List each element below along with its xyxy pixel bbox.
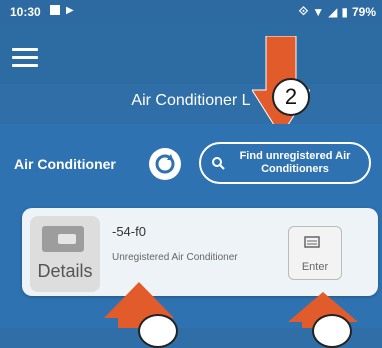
- step-badge: [312, 314, 352, 348]
- status-time: 10:30: [10, 5, 41, 19]
- device-status: Unregistered Air Conditioner: [112, 252, 238, 263]
- search-icon: [212, 157, 225, 170]
- find-button-label: Find unregistered Air Conditioners: [239, 150, 351, 175]
- battery-percent: 79%: [351, 4, 376, 19]
- app-bar: [0, 24, 382, 84]
- air-conditioner-icon: [42, 226, 84, 252]
- battery-icon: ▮: [341, 4, 348, 19]
- signal-icon: ◢: [328, 4, 338, 19]
- vibrate-icon: ⟐: [298, 4, 309, 18]
- step-badge: 2: [272, 78, 310, 116]
- details-button[interactable]: Details: [30, 216, 100, 292]
- menu-icon[interactable]: [12, 48, 38, 68]
- enter-button[interactable]: Enter: [288, 226, 342, 280]
- status-bar: 10:30 ▶ ⟐ ▼ ◢ ▮ 79%: [0, 0, 382, 24]
- details-label: Details: [37, 261, 93, 281]
- device-name: -54-f0: [112, 224, 146, 239]
- step-badge: [138, 314, 178, 348]
- image-icon: [50, 5, 60, 15]
- wifi-icon: ▼: [312, 4, 325, 19]
- section-label: Air Conditioner: [14, 156, 116, 172]
- page-title: Air Conditioner L: [131, 92, 251, 109]
- find-unregistered-button[interactable]: Find unregistered Air Conditioners: [199, 142, 371, 184]
- enter-icon: [304, 236, 320, 248]
- status-right: ⟐ ▼ ◢ ▮ 79%: [299, 4, 376, 19]
- play-icon: ▶: [66, 5, 74, 16]
- enter-label: Enter: [301, 261, 329, 273]
- refresh-icon[interactable]: [149, 148, 181, 180]
